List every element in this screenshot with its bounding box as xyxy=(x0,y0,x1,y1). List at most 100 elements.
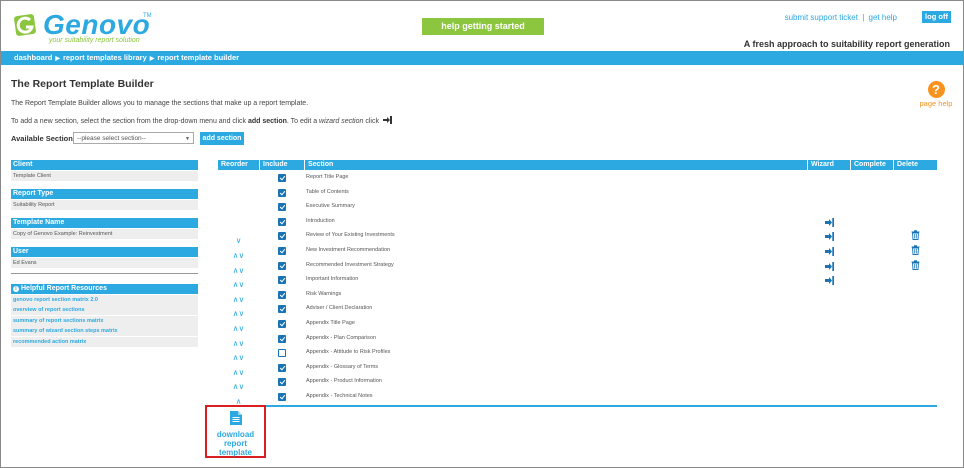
include-checkbox[interactable] xyxy=(278,203,286,212)
resource-link[interactable]: summary of wizard section steps matrix xyxy=(11,326,198,336)
logo-tm: TM xyxy=(143,13,152,19)
section-name: Appendix Title Page xyxy=(306,320,355,326)
section-name: Appendix - Glossary of Terms xyxy=(306,363,379,370)
sidebar-divider xyxy=(11,273,198,274)
resource-link[interactable]: genovo report section matrix 2.0 xyxy=(11,294,198,305)
table-bottom-rule xyxy=(218,405,937,407)
report-type-value: Suitability Report xyxy=(11,200,198,210)
get-help-link[interactable]: get help xyxy=(869,13,897,22)
include-checkbox[interactable] xyxy=(278,188,286,197)
breadcrumb-arrow-icon: ▶ xyxy=(149,56,155,62)
wizard-enter-icon[interactable] xyxy=(825,232,834,242)
include-checkbox[interactable] xyxy=(278,305,286,314)
resource-link[interactable]: summary of report sections matrix xyxy=(11,315,198,326)
page-help-button[interactable]: ? page help xyxy=(918,81,954,108)
help-getting-started-button[interactable]: help getting started xyxy=(422,18,544,35)
col-wizard: Wizard xyxy=(807,160,850,170)
table-row: ∧∨ Adviser / Client Declaration xyxy=(218,303,937,318)
wizard-enter-icon[interactable] xyxy=(825,276,834,286)
user-value: Ed Evans xyxy=(11,258,198,268)
instructions-part: . To edit a xyxy=(286,118,320,125)
template-name-heading: Template Name xyxy=(11,218,198,228)
app-frame: Genovo TM your suitability report soluti… xyxy=(0,0,964,468)
report-type-info: Report Type Suitability Report xyxy=(11,189,198,210)
include-checkbox[interactable] xyxy=(278,349,286,358)
include-checkbox[interactable] xyxy=(278,290,286,299)
user-info: User Ed Evans xyxy=(11,247,198,268)
include-checkbox[interactable] xyxy=(278,363,286,372)
section-name: Table of Contents xyxy=(306,188,349,195)
resource-link[interactable]: overview of report sections xyxy=(11,305,198,315)
site-tagline: A fresh approach to suitability report g… xyxy=(743,39,950,49)
resources-heading: i Helpful Report Resources xyxy=(11,284,198,294)
genovo-logo[interactable]: Genovo TM your suitability report soluti… xyxy=(13,9,163,45)
log-off-button[interactable]: log off xyxy=(922,11,951,23)
intro-text: The Report Template Builder allows you t… xyxy=(11,100,309,107)
submit-support-ticket-link[interactable]: submit support ticket xyxy=(785,13,858,22)
delete-trash-icon[interactable] xyxy=(911,259,920,270)
dropdown-arrow-icon: ▼ xyxy=(185,136,190,142)
include-checkbox[interactable] xyxy=(278,217,286,226)
include-checkbox[interactable] xyxy=(278,232,286,241)
table-row: ∧∨ Appendix - Attitude to Risk Profiles xyxy=(218,347,937,362)
available-sections-label: Available Sections: xyxy=(11,134,80,143)
include-checkbox[interactable] xyxy=(278,174,286,182)
table-row: ∧∨ Appendix - Plan Comparison xyxy=(218,333,937,348)
wizard-enter-icon[interactable] xyxy=(825,247,834,256)
table-row: ∧∨ New Investment Recommendation xyxy=(218,245,937,260)
delete-trash-icon[interactable] xyxy=(911,230,920,241)
report-type-heading: Report Type xyxy=(11,189,198,199)
instructions-wizard-section: wizard section xyxy=(319,118,364,125)
section-select-value: --please select section-- xyxy=(77,135,146,142)
breadcrumb-dashboard[interactable]: dashboard xyxy=(14,53,52,62)
breadcrumb-report-templates-library[interactable]: report templates library xyxy=(63,53,147,62)
section-name: Important Information xyxy=(306,276,359,283)
sections-table-header: Reorder Include Section Wizard Complete … xyxy=(218,160,937,170)
table-row: Introduction xyxy=(218,216,937,230)
table-row: ∧∨ Important Information xyxy=(218,274,937,289)
page-title: The Report Template Builder xyxy=(11,78,154,90)
logo-mark-icon xyxy=(14,14,36,36)
col-reorder: Reorder xyxy=(221,161,248,168)
table-row: Executive Summary xyxy=(218,201,937,215)
include-checkbox[interactable] xyxy=(278,334,286,343)
add-section-button[interactable]: add section xyxy=(200,132,244,145)
section-name: Appendix - Attitude to Risk Profiles xyxy=(306,349,391,356)
section-name: New Investment Recommendation xyxy=(306,247,391,253)
top-links-separator: | xyxy=(862,13,865,22)
col-complete: Complete xyxy=(850,160,893,170)
include-checkbox[interactable] xyxy=(278,276,286,285)
section-name: Introduction xyxy=(306,217,335,224)
instructions-part: click xyxy=(363,118,379,125)
wizard-enter-icon[interactable] xyxy=(825,217,834,227)
resource-link[interactable]: recommended action matrix xyxy=(11,336,198,347)
question-icon: ? xyxy=(927,81,945,98)
client-value: Template Client xyxy=(11,171,198,181)
instructions-text: To add a new section, select the section… xyxy=(11,116,392,125)
section-select[interactable]: --please select section-- ▼ xyxy=(73,132,194,144)
col-include: Include xyxy=(259,160,304,170)
include-checkbox[interactable] xyxy=(278,393,286,401)
include-checkbox[interactable] xyxy=(278,320,286,328)
section-name: Appendix - Product Information xyxy=(306,378,382,385)
delete-trash-icon[interactable] xyxy=(911,245,920,255)
section-name: Review of Your Existing Investments xyxy=(306,232,395,239)
info-icon: i xyxy=(13,286,19,292)
helpful-resources: i Helpful Report Resources genovo report … xyxy=(11,284,198,347)
download-report-template-button[interactable]: download report template xyxy=(205,405,266,458)
section-name: Report Title Page xyxy=(306,174,349,180)
include-checkbox[interactable] xyxy=(278,378,286,387)
table-row: Report Title Page xyxy=(218,172,937,186)
enter-icon xyxy=(382,116,392,124)
breadcrumb-arrow-icon: ▶ xyxy=(55,56,60,62)
include-checkbox[interactable] xyxy=(278,247,286,255)
section-name: Risk Warnings xyxy=(306,290,342,297)
section-name: Adviser / Client Declaration xyxy=(306,305,373,312)
table-row: ∧∨ Appendix - Product Information xyxy=(218,376,937,391)
wizard-enter-icon[interactable] xyxy=(825,261,834,271)
download-label-line: report xyxy=(223,439,248,448)
table-row: ∧ Appendix - Technical Notes xyxy=(218,391,937,406)
include-checkbox[interactable] xyxy=(278,261,286,270)
breadcrumb-report-template-builder[interactable]: report template builder xyxy=(157,53,239,62)
section-name: Appendix - Plan Comparison xyxy=(306,334,377,341)
